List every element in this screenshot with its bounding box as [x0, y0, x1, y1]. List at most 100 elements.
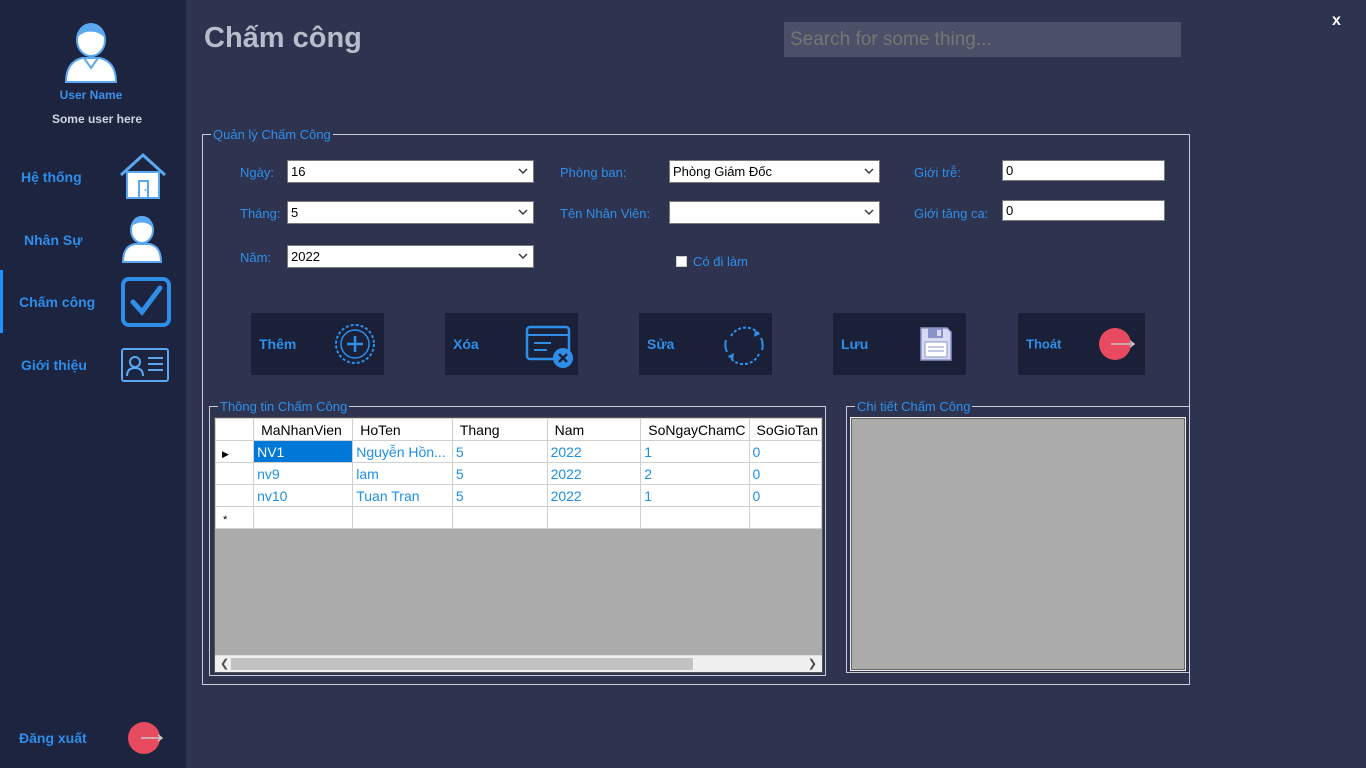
table-cell[interactable]: nv9 — [253, 462, 354, 485]
table-cell[interactable]: 1 — [640, 484, 750, 507]
table-row[interactable]: nv10 Tuan Tran 5 2022 1 0 — [215, 484, 822, 507]
close-button[interactable]: x — [1332, 12, 1341, 30]
floppy-disk-icon — [920, 327, 952, 361]
sidebar-item-label: Chấm công — [19, 293, 96, 310]
sidebar-item-nhan-su[interactable]: Nhân Sự — [0, 208, 186, 271]
month-select-value: 5 — [291, 205, 299, 220]
add-circle-icon — [335, 324, 375, 364]
table-cell[interactable] — [748, 506, 822, 529]
id-card-icon — [121, 348, 169, 382]
exit-button-label: Thoát — [1026, 336, 1062, 352]
column-header[interactable]: SoGioTan — [748, 418, 822, 441]
delete-button[interactable]: Xóa — [445, 313, 578, 375]
department-select[interactable]: Phòng Giám Đốc — [669, 160, 880, 183]
table-cell[interactable]: 5 — [451, 484, 548, 507]
sidebar-item-gioi-thieu[interactable]: Giới thiệu — [0, 333, 186, 396]
employee-select[interactable] — [669, 201, 880, 224]
add-button-label: Thêm — [259, 336, 297, 352]
edit-button[interactable]: Sửa — [639, 313, 772, 375]
horizontal-scrollbar[interactable]: ❮ ❯ — [215, 655, 822, 672]
table-cell[interactable]: Nguyễn Hồn... — [352, 440, 453, 463]
month-label: Tháng: — [240, 206, 281, 221]
table-cell[interactable] — [546, 506, 642, 529]
table-row[interactable]: ▶ NV1 Nguyễn Hồn... 5 2022 1 0 — [215, 440, 822, 463]
year-select[interactable]: 2022 — [287, 245, 534, 268]
column-header[interactable]: Nam — [546, 418, 642, 441]
avatar — [62, 22, 120, 84]
department-select-value: Phòng Giám Đốc — [673, 164, 772, 179]
refresh-icon — [724, 326, 764, 366]
info-groupbox-title: Thông tin Chấm Công — [218, 399, 350, 414]
table-cell[interactable]: 0 — [748, 484, 822, 507]
table-cell[interactable] — [451, 506, 548, 529]
user-name: User Name — [59, 88, 123, 102]
exit-icon — [1099, 328, 1136, 360]
late-hours-label: Giới trễ: — [914, 165, 961, 180]
sidebar-item-label: Nhân Sự — [24, 231, 83, 248]
current-row-marker: ▶ — [222, 448, 229, 459]
table-cell[interactable]: 2022 — [546, 484, 642, 507]
table-cell[interactable]: NV1 — [253, 440, 354, 463]
table-cell[interactable]: 0 — [748, 462, 822, 485]
row-header-corner — [215, 418, 255, 441]
day-select[interactable]: 16 — [287, 160, 534, 183]
table-cell[interactable]: 5 — [451, 440, 548, 463]
attendance-table[interactable]: MaNhanVien HoTen Thang Nam SoNgayChamC S… — [214, 417, 823, 673]
new-row-marker: * — [223, 513, 228, 526]
table-cell[interactable]: 2022 — [546, 462, 642, 485]
overtime-input[interactable]: 0 — [1002, 200, 1165, 221]
user-subtitle: Some user here — [51, 112, 143, 126]
table-cell[interactable]: 2 — [640, 462, 750, 485]
table-cell[interactable]: nv10 — [253, 484, 354, 507]
present-checkbox[interactable] — [676, 256, 687, 267]
detail-panel — [850, 417, 1186, 671]
table-cell[interactable]: 0 — [748, 440, 822, 463]
column-header[interactable]: Thang — [451, 418, 548, 441]
sidebar-item-cham-cong[interactable]: Chấm công — [0, 270, 186, 333]
column-header[interactable]: HoTen — [352, 418, 453, 441]
row-header[interactable] — [215, 484, 255, 507]
current-row-indicator[interactable]: ▶ — [215, 440, 255, 463]
save-button[interactable]: Lưu — [833, 313, 966, 375]
table-cell[interactable]: 2022 — [546, 440, 642, 463]
chevron-down-icon — [864, 168, 874, 174]
attendance-table-grid: MaNhanVien HoTen Thang Nam SoNgayChamC S… — [215, 418, 822, 529]
column-header[interactable]: SoNgayChamC — [640, 418, 750, 441]
year-select-value: 2022 — [291, 249, 320, 264]
checkbox-icon — [121, 277, 171, 327]
detail-groupbox-title: Chi tiết Chấm Công — [855, 399, 973, 414]
add-button[interactable]: Thêm — [251, 313, 384, 375]
table-cell[interactable] — [352, 506, 453, 529]
user-avatar-icon — [64, 23, 118, 83]
table-cell[interactable] — [640, 506, 750, 529]
row-header[interactable] — [215, 462, 255, 485]
exit-button[interactable]: Thoát — [1018, 313, 1145, 375]
overtime-label: Giới tăng ca: — [914, 206, 989, 221]
delete-card-icon — [525, 325, 573, 368]
table-row[interactable]: nv9 lam 5 2022 2 0 — [215, 462, 822, 485]
scrollbar-thumb[interactable] — [231, 658, 693, 670]
day-select-value: 16 — [291, 164, 306, 179]
new-row-indicator[interactable]: * — [215, 506, 255, 529]
edit-button-label: Sửa — [647, 336, 675, 352]
column-header[interactable]: MaNhanVien — [253, 418, 354, 441]
late-hours-input[interactable]: 0 — [1002, 160, 1165, 181]
table-cell[interactable]: 5 — [451, 462, 548, 485]
search-input[interactable] — [784, 22, 1181, 57]
delete-button-label: Xóa — [453, 336, 479, 352]
month-select[interactable]: 5 — [287, 201, 534, 224]
table-cell[interactable] — [253, 506, 354, 529]
manage-groupbox-title: Quản lý Chấm Công — [211, 127, 333, 142]
logout-button[interactable]: Đăng xuất — [0, 706, 186, 768]
table-cell[interactable]: Tuan Tran — [352, 484, 453, 507]
sidebar-item-he-thong[interactable]: Hệ thống — [0, 145, 186, 208]
new-row[interactable]: * — [215, 506, 822, 529]
logout-label: Đăng xuất — [19, 729, 87, 746]
scroll-right-icon[interactable]: ❯ — [808, 657, 817, 670]
chevron-down-icon — [864, 209, 874, 215]
sidebar: User Name Some user here Hệ thống Nhân S… — [0, 0, 186, 768]
house-icon — [119, 152, 167, 199]
scroll-left-icon[interactable]: ❮ — [220, 657, 229, 670]
table-cell[interactable]: 1 — [640, 440, 750, 463]
table-cell[interactable]: lam — [352, 462, 453, 485]
